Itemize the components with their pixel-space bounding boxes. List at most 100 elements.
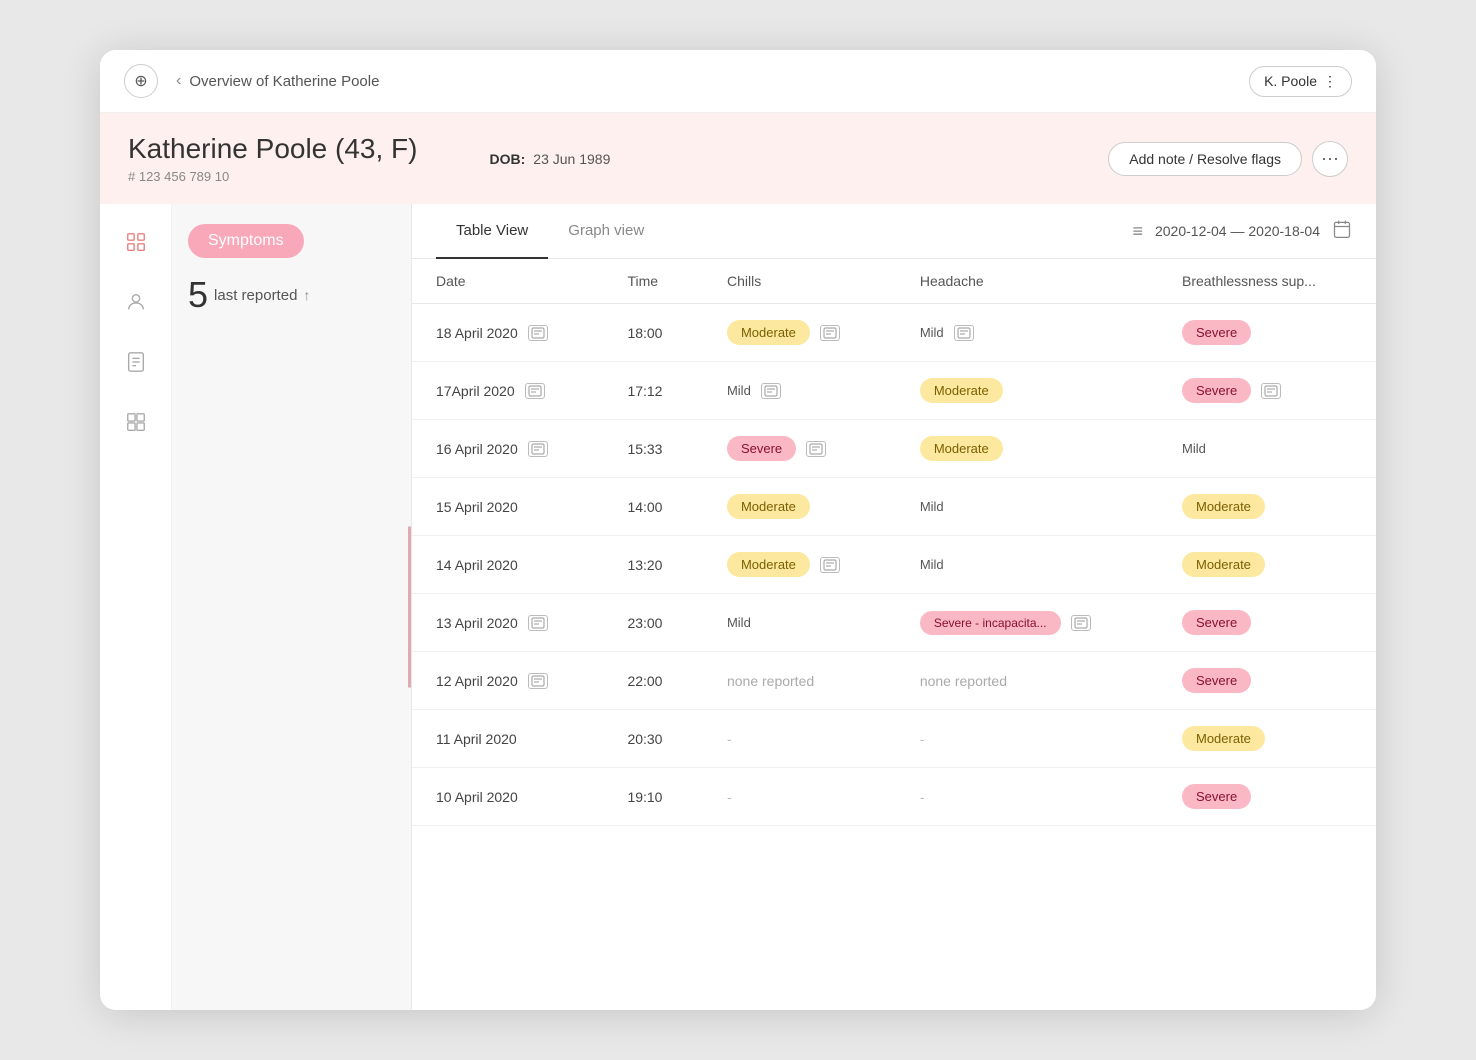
- tab-graph-view[interactable]: Graph view: [548, 204, 664, 259]
- chills-badge: Severe: [727, 436, 796, 461]
- cell-chills: none reported: [703, 652, 896, 710]
- cell-chills: -: [703, 768, 896, 826]
- table-row: 18 April 2020 18:00Moderate Mild Severe: [412, 304, 1376, 362]
- date-value: 18 April 2020: [436, 325, 518, 341]
- cell-headache: Moderate: [896, 362, 1158, 420]
- headache-badge: Moderate: [920, 378, 1003, 403]
- cell-headache: Mild: [896, 478, 1158, 536]
- chills-note-icon[interactable]: [820, 557, 840, 573]
- table-row: 11 April 2020 20:30 - - Moderate: [412, 710, 1376, 768]
- date-value: 16 April 2020: [436, 441, 518, 457]
- user-menu-icon[interactable]: ⋮: [1323, 73, 1337, 90]
- headache-note-icon[interactable]: [954, 325, 974, 341]
- breathlessness-badge: Severe: [1182, 668, 1251, 693]
- headache-dash: -: [920, 731, 925, 747]
- cell-chills: Mild: [703, 362, 896, 420]
- table-row: 14 April 202013:20Moderate MildModerate: [412, 536, 1376, 594]
- date-note-icon[interactable]: [528, 615, 548, 631]
- cell-time: 13:20: [603, 536, 703, 594]
- cell-date: 16 April 2020: [412, 420, 603, 478]
- tab-table-view[interactable]: Table View: [436, 204, 548, 259]
- filter-icon[interactable]: ≡: [1132, 221, 1143, 242]
- trend-up-icon: ↑: [303, 287, 310, 303]
- data-table: Date Time Chills Headache Breathlessness…: [412, 259, 1376, 1010]
- cell-breathlessness: Severe: [1158, 652, 1376, 710]
- date-note-icon[interactable]: [528, 441, 548, 457]
- breathlessness-badge: Moderate: [1182, 552, 1265, 577]
- headache-note-icon[interactable]: [1071, 615, 1091, 631]
- chills-note-icon[interactable]: [820, 325, 840, 341]
- breathlessness-badge: Severe: [1182, 378, 1251, 403]
- col-header-date: Date: [412, 259, 603, 304]
- cell-time: 22:00: [603, 652, 703, 710]
- date-note-icon[interactable]: [528, 673, 548, 689]
- headache-dash: -: [920, 789, 925, 805]
- headache-badge: Mild: [920, 325, 944, 340]
- date-value: 10 April 2020: [436, 789, 518, 805]
- table-row: 10 April 202019:10--Severe: [412, 768, 1376, 826]
- symptoms-tag[interactable]: Symptoms: [188, 224, 304, 258]
- cell-date: 13 April 2020: [412, 594, 603, 652]
- table-row: 12 April 2020 22:00none reportednone rep…: [412, 652, 1376, 710]
- cell-time: 23:00: [603, 594, 703, 652]
- cell-date: 15 April 2020: [412, 478, 603, 536]
- patient-id: # 123 456 789 10: [128, 169, 418, 184]
- cell-date: 18 April 2020: [412, 304, 603, 362]
- patient-header-actions: Add note / Resolve flags ···: [1108, 141, 1348, 177]
- cell-breathlessness: Severe: [1158, 362, 1376, 420]
- headache-badge: Mild: [920, 499, 944, 514]
- cell-time: 14:00: [603, 478, 703, 536]
- sidebar-item-gallery[interactable]: [118, 224, 154, 260]
- chills-badge: Mild: [727, 383, 751, 398]
- calendar-icon[interactable]: [1332, 219, 1352, 244]
- headache-none: none reported: [920, 673, 1007, 689]
- cell-headache: Severe - incapacita...: [896, 594, 1158, 652]
- app-logo-icon: ⊕: [124, 64, 158, 98]
- cell-breathlessness: Moderate: [1158, 478, 1376, 536]
- last-reported: 5 last reported ↑: [188, 274, 395, 316]
- sidebar-item-chart[interactable]: [118, 404, 154, 440]
- chills-note-icon[interactable]: [761, 383, 781, 399]
- cell-headache: -: [896, 710, 1158, 768]
- breathlessness-badge: Moderate: [1182, 494, 1265, 519]
- back-arrow-icon[interactable]: ‹: [176, 72, 181, 90]
- breathlessness-badge: Moderate: [1182, 726, 1265, 751]
- cell-chills: Moderate: [703, 304, 896, 362]
- date-range: 2020-12-04 — 2020-18-04: [1155, 223, 1320, 239]
- cell-breathlessness: Moderate: [1158, 710, 1376, 768]
- dob-label: DOB:: [490, 151, 526, 167]
- date-note-icon[interactable]: [528, 325, 548, 341]
- table-row: 15 April 202014:00ModerateMildModerate: [412, 478, 1376, 536]
- breathlessness-badge: Mild: [1182, 441, 1206, 456]
- breathlessness-badge: Severe: [1182, 320, 1251, 345]
- cell-time: 20:30: [603, 710, 703, 768]
- date-note-icon[interactable]: [525, 383, 545, 399]
- patient-header: Katherine Poole (43, F) # 123 456 789 10…: [100, 113, 1376, 204]
- sidebar-item-person[interactable]: [118, 284, 154, 320]
- cell-chills: Mild: [703, 594, 896, 652]
- cell-chills: Moderate: [703, 536, 896, 594]
- cell-headache: Mild: [896, 304, 1158, 362]
- patient-dob: DOB: 23 Jun 1989: [490, 151, 611, 167]
- cell-time: 17:12: [603, 362, 703, 420]
- user-badge[interactable]: K. Poole ⋮: [1249, 66, 1352, 97]
- add-note-button[interactable]: Add note / Resolve flags: [1108, 142, 1302, 176]
- chills-badge: Moderate: [727, 552, 810, 577]
- top-nav-right: K. Poole ⋮: [1249, 66, 1352, 97]
- chills-dash: -: [727, 731, 732, 747]
- col-header-chills: Chills: [703, 259, 896, 304]
- date-value: 13 April 2020: [436, 615, 518, 631]
- tabs-right: ≡ 2020-12-04 — 2020-18-04: [1132, 219, 1352, 244]
- sidebar-item-document[interactable]: [118, 344, 154, 380]
- date-value: 17April 2020: [436, 383, 515, 399]
- chills-note-icon[interactable]: [806, 441, 826, 457]
- left-panel: Symptoms 5 last reported ↑: [172, 204, 412, 1010]
- more-options-button[interactable]: ···: [1312, 141, 1348, 177]
- cell-breathlessness: Mild: [1158, 420, 1376, 478]
- cell-chills: -: [703, 710, 896, 768]
- date-value: 11 April 2020: [436, 731, 517, 747]
- chills-none: none reported: [727, 673, 814, 689]
- breathlessness-note-icon[interactable]: [1261, 383, 1281, 399]
- col-header-headache: Headache: [896, 259, 1158, 304]
- cell-chills: Moderate: [703, 478, 896, 536]
